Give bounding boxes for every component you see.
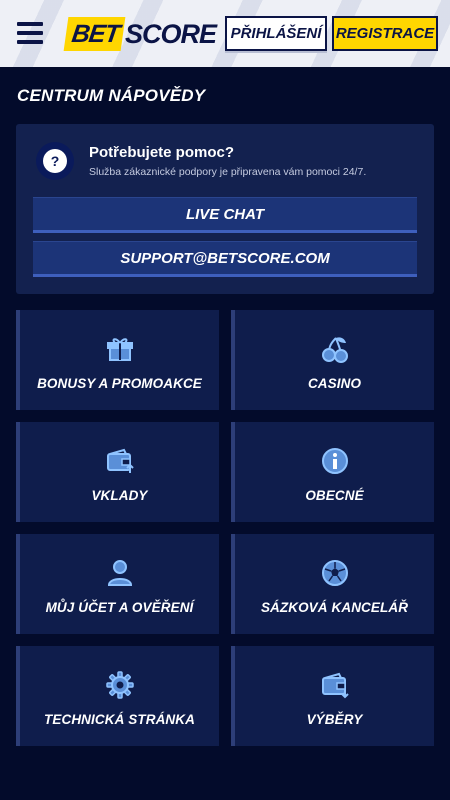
wallet-deposit-icon — [105, 446, 135, 476]
help-card: ? Potřebujete pomoc? Služba zákaznické p… — [16, 124, 434, 294]
category-tile-technical[interactable]: TECHNICKÁ STRÁNKA — [16, 646, 219, 746]
betscore-logo[interactable]: BET SCORE — [63, 17, 217, 51]
category-label: VKLADY — [91, 488, 148, 503]
football-icon — [320, 558, 350, 588]
logo-score-text: SCORE — [125, 18, 217, 49]
help-subtitle: Služba zákaznické podpory je připravena … — [89, 166, 367, 178]
gear-icon — [105, 670, 135, 700]
support-email-button[interactable]: SUPPORT@BETSCORE.COM — [33, 241, 417, 277]
user-icon — [105, 558, 135, 588]
category-label: VÝBĚRY — [306, 712, 363, 727]
question-icon: ? — [43, 149, 67, 173]
category-tile-general[interactable]: OBECNÉ — [231, 422, 434, 522]
help-title: Potřebujete pomoc? — [89, 144, 235, 161]
top-header: BET SCORE PŘIHLÁŠENÍ REGISTRACE — [0, 0, 450, 67]
category-tile-sportsbook[interactable]: SÁZKOVÁ KANCELÁŘ — [231, 534, 434, 634]
category-label: OBECNÉ — [305, 488, 364, 503]
logo-bet-text: BET — [63, 17, 126, 51]
page-title: CENTRUM NÁPOVĚDY — [17, 86, 206, 105]
category-tile-casino[interactable]: CASINO — [231, 310, 434, 410]
cherries-icon — [320, 334, 350, 364]
category-tile-withdrawals[interactable]: VÝBĚRY — [231, 646, 434, 746]
hamburger-menu-icon[interactable] — [17, 22, 43, 44]
category-label: SÁZKOVÁ KANCELÁŘ — [260, 600, 409, 615]
category-label: TECHNICKÁ STRÁNKA — [44, 712, 195, 727]
register-button[interactable]: REGISTRACE — [332, 16, 438, 51]
category-tile-account[interactable]: MŮJ ÚČET A OVĚŘENÍ — [16, 534, 219, 634]
category-label: BONUSY A PROMOAKCE — [37, 376, 202, 391]
login-button[interactable]: PŘIHLÁŠENÍ — [225, 16, 327, 51]
category-label: MŮJ ÚČET A OVĚŘENÍ — [45, 600, 194, 615]
live-chat-button[interactable]: LIVE CHAT — [33, 197, 417, 233]
category-tile-deposits[interactable]: VKLADY — [16, 422, 219, 522]
category-label: CASINO — [307, 376, 362, 391]
info-icon — [320, 446, 350, 476]
category-tile-bonuses[interactable]: BONUSY A PROMOAKCE — [16, 310, 219, 410]
help-icon-badge: ? — [36, 142, 74, 180]
gift-icon — [105, 334, 135, 364]
wallet-withdraw-icon — [320, 670, 350, 700]
